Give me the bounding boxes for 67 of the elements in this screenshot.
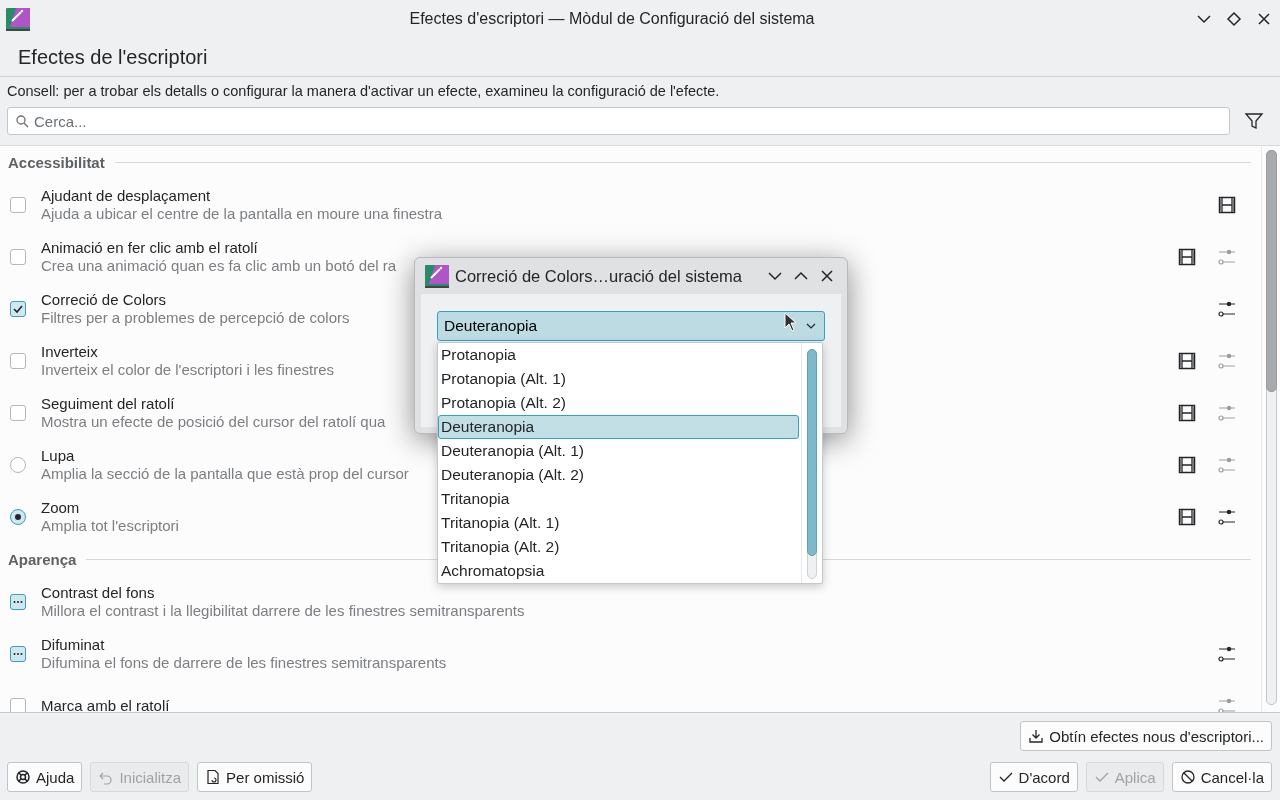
lifebuoy-icon — [15, 769, 31, 785]
section-header: Accessibilitat — [8, 154, 105, 171]
dropdown-option[interactable]: Achromatopsia — [438, 559, 799, 583]
dropdown-option[interactable]: Deuteranopia (Alt. 2) — [438, 463, 799, 487]
dropdown-option[interactable]: Protanopia (Alt. 2) — [438, 391, 799, 415]
effect-name: Zoom — [41, 499, 80, 517]
checkbox[interactable] — [10, 594, 26, 610]
effect-name: Lupa — [41, 447, 75, 465]
effect-name: Correció de Colors — [41, 291, 167, 309]
dialog-title: Correció de Colors…uració del sistema — [455, 266, 744, 286]
scrollbar[interactable] — [1265, 150, 1277, 705]
effect-name: Ajudant de desplaçament — [41, 187, 211, 205]
dropdown-option[interactable]: Deuteranopia — [438, 415, 799, 439]
maximize-button[interactable] — [1224, 9, 1244, 29]
effect-name: Seguiment del ratolí — [41, 395, 175, 413]
effect-name: Marca amb el ratolí — [41, 697, 170, 712]
search-icon — [15, 114, 29, 128]
radio-button[interactable] — [10, 457, 26, 473]
cancel-icon — [1179, 769, 1196, 785]
effect-description: Ajuda a ubicar el centre de la pantalla en moure una finestra — [41, 205, 443, 223]
checkbox[interactable] — [10, 353, 26, 369]
checkbox[interactable] — [10, 249, 26, 265]
checkbox[interactable] — [10, 301, 26, 317]
document-icon — [205, 769, 222, 785]
dropdown-option[interactable]: Tritanopia — [438, 487, 799, 511]
app-icon — [425, 264, 449, 288]
footer-button[interactable]: Per omissió — [197, 762, 313, 792]
checkbox[interactable] — [10, 646, 26, 662]
window-title: Efectes d'escriptori — Mòdul de Configuració del sistema — [408, 10, 816, 28]
radio-button[interactable] — [10, 509, 26, 525]
checkbox[interactable] — [10, 698, 26, 712]
dropdown[interactable]: Deuteranopia — [437, 311, 825, 341]
footer-button[interactable]: D'acord — [989, 762, 1078, 792]
effect-description: Crea una animació quan es fa clic amb un botó del ra — [41, 257, 397, 275]
dropdown-option[interactable]: Deuteranopia (Alt. 1) — [438, 439, 799, 463]
get-new-effects-button[interactable]: Obtín efectes nous d'escriptori... — [1020, 721, 1272, 751]
checkbox[interactable] — [10, 197, 26, 213]
effect-description: Filtres per a problemes de percepció de colors — [41, 309, 350, 327]
search-field[interactable]: Cerca... — [7, 107, 1230, 135]
app-icon — [6, 7, 30, 31]
dropdown-option[interactable]: Protanopia (Alt. 1) — [438, 367, 799, 391]
dropdown-option[interactable]: Tritanopia (Alt. 2) — [438, 535, 799, 559]
page-title: Efectes de l'escriptori — [0, 38, 1280, 77]
effect-name: Animació en fer clic amb el ratolí — [41, 239, 258, 257]
checkmark-icon — [12, 303, 24, 315]
dropdown-option[interactable]: Tritanopia (Alt. 1) — [438, 511, 799, 535]
hint-text: Consell: per a trobar els detalls o configurar la manera d'activar un efecte, examineu la configuració de l'efecte. — [7, 83, 721, 99]
checkbox[interactable] — [10, 405, 26, 421]
ellipsis-icon — [13, 600, 23, 604]
effect-description: Amplia tot l'escriptori — [41, 517, 179, 535]
effect-name: Difuminat — [41, 636, 105, 654]
effect-description: Inverteix el color de l'escriptori i les finestres — [41, 361, 334, 379]
section-header: Aparença — [8, 551, 77, 568]
pointer-icon — [784, 312, 798, 332]
ellipsis-icon — [13, 652, 23, 656]
effect-name: Inverteix — [41, 343, 98, 361]
dropdown-option[interactable]: Protanopia — [438, 343, 799, 367]
effect-description: Millora el contrast i la llegibilitat darrere de les finestres semitransparents — [41, 602, 525, 620]
effect-description: Amplia la secció de la pantalla que està prop del cursor — [41, 465, 409, 483]
download-icon — [1028, 728, 1045, 744]
footer-button[interactable]: Cancel·la — [1171, 762, 1272, 792]
footer-button[interactable]: Ajuda — [7, 762, 83, 792]
effect-description: Difumina el fons de darrere de les finestres semitransparents — [41, 654, 447, 672]
effect-description: Mostra un efecte de posició del cursor del ratolí qua — [41, 413, 386, 431]
scrollbar[interactable] — [807, 349, 817, 579]
diamond-icon — [1224, 9, 1244, 29]
effect-name: Contrast del fons — [41, 584, 155, 602]
